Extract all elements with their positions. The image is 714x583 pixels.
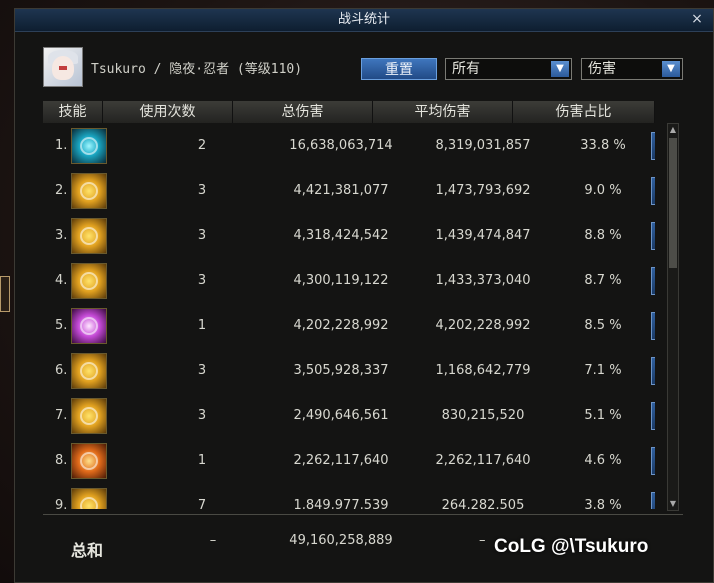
damage-share-cell: 7.1 % bbox=[584, 363, 622, 378]
skill-icon bbox=[71, 127, 107, 164]
total-damage-cell: 4,421,381,077 bbox=[293, 183, 389, 198]
table-row: 2. 3 4,421,381,077 1,473,793,692 9.0 % bbox=[43, 168, 655, 213]
avg-damage-cell: 8,319,031,857 bbox=[435, 138, 531, 153]
total-damage-cell: 4,318,424,542 bbox=[293, 228, 389, 243]
share-icon[interactable] bbox=[651, 311, 655, 340]
skill-table: 技能 使用次数 总伤害 平均伤害 伤害占比 1. 2 16,638,063,71… bbox=[43, 101, 683, 509]
window-titlebar: 战斗统计 × bbox=[15, 9, 713, 32]
avg-damage-cell: 2,262,117,640 bbox=[435, 453, 531, 468]
share-icon[interactable] bbox=[651, 266, 655, 295]
chevron-down-icon[interactable]: ▼ bbox=[662, 61, 680, 77]
table-row: 9. 7 1,849,977,539 264,282,505 3.8 % bbox=[43, 483, 655, 509]
avg-damage-cell: 264,282,505 bbox=[441, 498, 525, 509]
damage-share-cell: 8.7 % bbox=[584, 273, 622, 288]
scroll-thumb[interactable] bbox=[669, 138, 677, 268]
close-icon[interactable]: × bbox=[689, 10, 705, 28]
share-icon[interactable] bbox=[651, 356, 655, 385]
skill-icon bbox=[71, 442, 107, 479]
damage-share-cell: 4.6 % bbox=[584, 453, 622, 468]
table-row: 4. 3 4,300,119,122 1,433,373,040 8.7 % bbox=[43, 258, 655, 303]
table-rows: 1. 2 16,638,063,714 8,319,031,857 33.8 %… bbox=[43, 123, 655, 509]
uses-cell: 2 bbox=[197, 138, 207, 153]
damage-share-cell: 8.8 % bbox=[584, 228, 622, 243]
skill-icon bbox=[71, 217, 107, 254]
skill-icon bbox=[71, 307, 107, 344]
metric-select[interactable]: 伤害 ▼ bbox=[581, 58, 683, 80]
damage-share-cell: 9.0 % bbox=[584, 183, 622, 198]
table-row: 8. 1 2,262,117,640 2,262,117,640 4.6 % bbox=[43, 438, 655, 483]
summary-total-damage: 49,160,258,889 bbox=[289, 533, 393, 548]
share-icon[interactable] bbox=[651, 131, 655, 160]
header-damage-share: 伤害占比 bbox=[513, 101, 655, 123]
total-damage-cell: 3,505,928,337 bbox=[293, 363, 389, 378]
avg-damage-cell: 4,202,228,992 bbox=[435, 318, 531, 333]
scroll-down-icon[interactable]: ▼ bbox=[668, 498, 678, 510]
summary-uses: – bbox=[209, 533, 217, 548]
skill-icon bbox=[71, 262, 107, 299]
uses-cell: 1 bbox=[197, 318, 207, 333]
filter-select-value: 所有 bbox=[452, 61, 480, 77]
table-row: 7. 3 2,490,646,561 830,215,520 5.1 % bbox=[43, 393, 655, 438]
damage-share-cell: 33.8 % bbox=[580, 138, 626, 153]
share-icon[interactable] bbox=[651, 176, 655, 205]
uses-cell: 3 bbox=[197, 228, 207, 243]
skill-icon bbox=[71, 397, 107, 434]
damage-share-cell: 8.5 % bbox=[584, 318, 622, 333]
scroll-up-icon[interactable]: ▲ bbox=[668, 124, 678, 136]
avg-damage-cell: 830,215,520 bbox=[441, 408, 525, 423]
scrollbar[interactable]: ▲ ▼ bbox=[667, 123, 679, 511]
total-damage-cell: 4,300,119,122 bbox=[293, 273, 389, 288]
combat-stats-window: 战斗统计 × Tsukuro / 隐夜·忍者 (等级110) 重置 所有 ▼ 伤… bbox=[14, 8, 714, 583]
avg-damage-cell: 1,473,793,692 bbox=[435, 183, 531, 198]
uses-cell: 3 bbox=[197, 363, 207, 378]
share-icon[interactable] bbox=[651, 221, 655, 250]
total-damage-cell: 2,262,117,640 bbox=[293, 453, 389, 468]
summary-label: 总和 bbox=[71, 541, 104, 560]
watermark: CoLG @\Tsukuro bbox=[494, 536, 649, 557]
table-row: 3. 3 4,318,424,542 1,439,474,847 8.8 % bbox=[43, 213, 655, 258]
summary-avg: – bbox=[479, 533, 486, 548]
character-label: Tsukuro / 隐夜·忍者 (等级110) bbox=[91, 62, 303, 77]
header-avg-damage: 平均伤害 bbox=[373, 101, 513, 123]
window-title: 战斗统计 bbox=[337, 12, 390, 27]
side-tab[interactable] bbox=[0, 276, 10, 312]
uses-cell: 1 bbox=[197, 453, 207, 468]
damage-share-cell: 3.8 % bbox=[584, 498, 622, 509]
table-header: 技能 使用次数 总伤害 平均伤害 伤害占比 bbox=[43, 101, 683, 123]
metric-select-value: 伤害 bbox=[588, 61, 616, 77]
table-row: 5. 1 4,202,228,992 4,202,228,992 8.5 % bbox=[43, 303, 655, 348]
avg-damage-cell: 1,439,474,847 bbox=[435, 228, 531, 243]
table-row: 6. 3 3,505,928,337 1,168,642,779 7.1 % bbox=[43, 348, 655, 393]
total-damage-cell: 2,490,646,561 bbox=[293, 408, 389, 423]
avatar bbox=[43, 47, 83, 87]
total-damage-cell: 4,202,228,992 bbox=[293, 318, 389, 333]
chevron-down-icon[interactable]: ▼ bbox=[551, 61, 569, 77]
avg-damage-cell: 1,168,642,779 bbox=[435, 363, 531, 378]
skill-icon bbox=[71, 352, 107, 389]
total-damage-cell: 16,638,063,714 bbox=[289, 138, 393, 153]
header-total-damage: 总伤害 bbox=[233, 101, 373, 123]
header-row: Tsukuro / 隐夜·忍者 (等级110) 重置 所有 ▼ 伤害 ▼ bbox=[15, 31, 713, 99]
share-icon[interactable] bbox=[651, 401, 655, 430]
header-uses: 使用次数 bbox=[103, 101, 233, 123]
share-icon[interactable] bbox=[651, 491, 655, 509]
avg-damage-cell: 1,433,373,040 bbox=[435, 273, 531, 288]
damage-share-cell: 5.1 % bbox=[584, 408, 622, 423]
skill-icon bbox=[71, 487, 107, 509]
filter-select[interactable]: 所有 ▼ bbox=[445, 58, 572, 80]
total-damage-cell: 1,849,977,539 bbox=[293, 498, 389, 509]
uses-cell: 7 bbox=[197, 498, 207, 509]
table-row: 1. 2 16,638,063,714 8,319,031,857 33.8 % bbox=[43, 123, 655, 168]
reset-button[interactable]: 重置 bbox=[361, 58, 437, 80]
uses-cell: 3 bbox=[197, 183, 207, 198]
uses-cell: 3 bbox=[197, 273, 207, 288]
skill-icon bbox=[71, 172, 107, 209]
share-icon[interactable] bbox=[651, 446, 655, 475]
uses-cell: 3 bbox=[197, 408, 207, 423]
header-skill: 技能 bbox=[43, 101, 103, 123]
